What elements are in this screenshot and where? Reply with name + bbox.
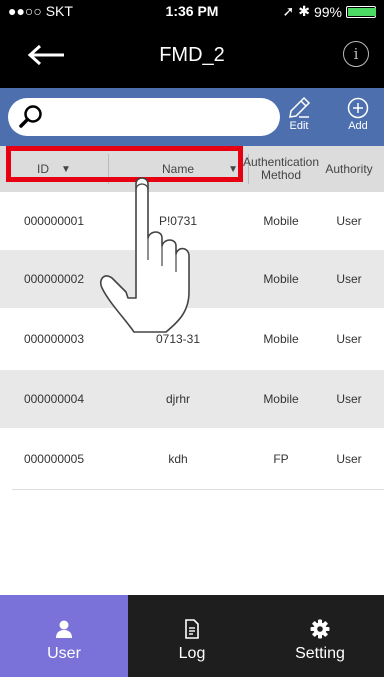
search-input[interactable] xyxy=(52,106,266,130)
battery-icon xyxy=(346,5,376,18)
pencil-icon xyxy=(289,96,311,118)
add-label: Add xyxy=(348,120,368,132)
add-button[interactable]: Add xyxy=(338,96,378,140)
cell-auth: Mobile xyxy=(263,272,299,286)
table-row[interactable]: 000000005 kdh FP User xyxy=(0,430,384,488)
cell-auth: FP xyxy=(273,452,289,466)
tab-log[interactable]: Log xyxy=(128,595,256,677)
table-row[interactable]: 000000004 djrhr Mobile User xyxy=(0,370,384,428)
search-icon xyxy=(19,105,42,128)
cell-id: 000000002 xyxy=(23,272,85,286)
tab-setting[interactable]: Setting xyxy=(256,595,384,677)
cell-id: 000000003 xyxy=(23,332,85,346)
document-icon xyxy=(185,619,199,639)
cell-id: 000000005 xyxy=(23,452,85,466)
cell-authority: User xyxy=(336,332,362,346)
cell-id: 000000004 xyxy=(23,392,85,406)
cell-auth: Mobile xyxy=(263,332,299,346)
row-divider xyxy=(12,489,384,490)
battery-percent: 99% xyxy=(313,3,342,20)
cell-name: djrhr xyxy=(165,392,190,406)
info-icon[interactable]: i xyxy=(343,41,369,67)
location-icon: ➚ xyxy=(282,3,295,19)
cell-auth: Mobile xyxy=(263,392,299,406)
tab-user-label: User xyxy=(47,645,81,662)
pointing-hand-icon xyxy=(99,177,190,333)
status-right: ➚ ✱ 99% xyxy=(282,3,376,20)
tab-setting-label: Setting xyxy=(295,645,345,662)
search-box[interactable] xyxy=(8,98,280,136)
column-header-auth: Authentication Method xyxy=(242,155,320,182)
gear-icon xyxy=(310,619,330,639)
edit-button[interactable]: Edit xyxy=(279,96,319,140)
page-title: FMD_2 xyxy=(159,44,225,66)
plus-circle-icon xyxy=(347,97,369,119)
cell-authority: User xyxy=(336,214,362,228)
cell-id: 000000001 xyxy=(23,214,85,228)
cell-authority: User xyxy=(336,392,362,406)
tab-bar: User Log Setting xyxy=(0,595,384,677)
bluetooth-icon: ✱ xyxy=(298,3,310,19)
status-bar: ●●○○ SKT 1:36 PM ➚ ✱ 99% xyxy=(0,0,384,22)
edit-label: Edit xyxy=(289,120,309,132)
cell-auth: Mobile xyxy=(263,214,299,228)
tab-log-label: Log xyxy=(178,645,206,662)
toolbar: Edit Add xyxy=(0,88,384,146)
tab-user[interactable]: User xyxy=(0,595,128,677)
cell-authority: User xyxy=(336,272,362,286)
cell-authority: User xyxy=(336,452,362,466)
user-icon xyxy=(56,620,72,638)
column-header-authority: Authority xyxy=(325,162,373,176)
nav-bar: FMD_2 i xyxy=(0,22,384,88)
cell-name: kdh xyxy=(168,452,188,466)
